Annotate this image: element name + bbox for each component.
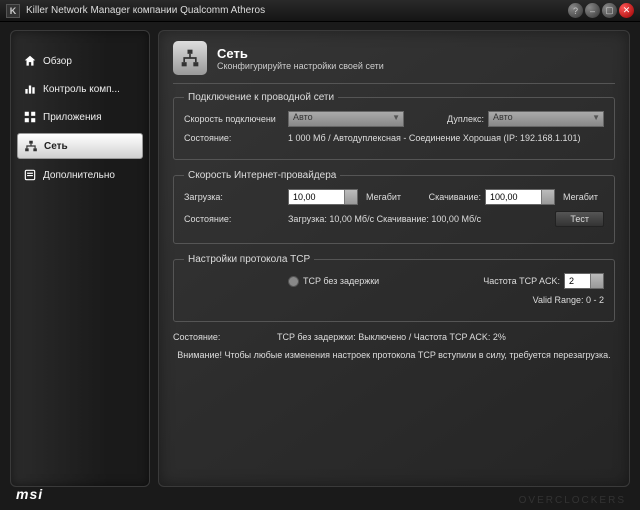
test-button[interactable]: Тест [555,211,604,227]
sidebar-item-apps[interactable]: Приложения [17,105,143,129]
brand-logo: msi [16,486,43,502]
wired-status-value: 1 000 Мб / Автодуплексная - Соединение Х… [288,133,581,143]
page-title: Сеть [217,46,384,61]
sidebar-item-label: Контроль комп... [43,84,120,95]
content-panel: Сеть Сконфигурируйте настройки своей сет… [158,30,630,487]
sidebar: Обзор Контроль комп... Приложения Сеть Д… [10,30,150,487]
speed-select[interactable]: Авто [288,111,404,127]
wired-section: Подключение к проводной сети Скорость по… [173,92,615,160]
home-icon [23,54,37,68]
page-subtitle: Сконфигурируйте настройки своей сети [217,61,384,71]
sidebar-item-control[interactable]: Контроль комп... [17,77,143,101]
page-header: Сеть Сконфигурируйте настройки своей сет… [173,41,615,75]
ack-label: Частота TCP ACK: [483,276,560,286]
sidebar-item-label: Обзор [43,56,72,67]
window-controls: ? – ▢ ✕ [568,3,634,18]
chart-icon [23,82,37,96]
grid-icon [23,110,37,124]
upload-unit: Мегабит [366,192,401,202]
nodelay-label: TCP без задержки [303,276,379,286]
download-unit: Мегабит [563,192,598,202]
titlebar: K Killer Network Manager компании Qualco… [0,0,640,22]
help-button[interactable]: ? [568,3,583,18]
app-logo: K [6,4,20,18]
wired-status-label: Состояние: [184,133,284,143]
speed-label: Скорость подключени [184,114,284,124]
isp-status-label: Состояние: [184,214,284,224]
form-icon [23,168,37,182]
maximize-button[interactable]: ▢ [602,3,617,18]
sidebar-item-network[interactable]: Сеть [17,133,143,159]
download-label: Скачивание: [421,192,481,202]
status-value: TCP без задержки: Выключено / Частота TC… [277,332,506,342]
watermark: OVERCLOCKERS [519,495,626,506]
window-title: Killer Network Manager компании Qualcomm… [26,5,568,16]
radio-icon [288,276,299,287]
duplex-select[interactable]: Авто [488,111,604,127]
minimize-button[interactable]: – [585,3,600,18]
sidebar-item-label: Дополнительно [43,170,115,181]
sidebar-item-label: Сеть [44,141,68,152]
divider [173,83,615,84]
close-button[interactable]: ✕ [619,3,634,18]
sidebar-item-label: Приложения [43,112,102,123]
sidebar-item-extra[interactable]: Дополнительно [17,163,143,187]
wired-legend: Подключение к проводной сети [184,92,338,103]
status-label: Состояние: [173,332,273,342]
tcp-legend: Настройки протокола TCP [184,254,314,265]
ack-input[interactable]: 2▲▼ [564,273,604,289]
download-input[interactable]: 100,00▲▼ [485,189,555,205]
network-header-icon [173,41,207,75]
main-area: Обзор Контроль комп... Приложения Сеть Д… [0,22,640,487]
upload-label: Загрузка: [184,192,284,202]
tcp-nodelay-checkbox[interactable]: TCP без задержки [288,276,379,287]
warning-text: Внимание! Чтобы любые изменения настроек… [173,350,615,360]
sidebar-item-overview[interactable]: Обзор [17,49,143,73]
isp-legend: Скорость Интернет-провайдера [184,170,340,181]
ack-range: Valid Range: 0 - 2 [533,295,604,305]
tcp-section: Настройки протокола TCP TCP без задержки… [173,254,615,322]
isp-section: Скорость Интернет-провайдера Загрузка: 1… [173,170,615,244]
network-icon [24,139,38,153]
duplex-label: Дуплекс: [424,114,484,124]
isp-status-value: Загрузка: 10,00 Мб/с Скачивание: 100,00 … [288,214,551,224]
upload-input[interactable]: 10,00▲▼ [288,189,358,205]
